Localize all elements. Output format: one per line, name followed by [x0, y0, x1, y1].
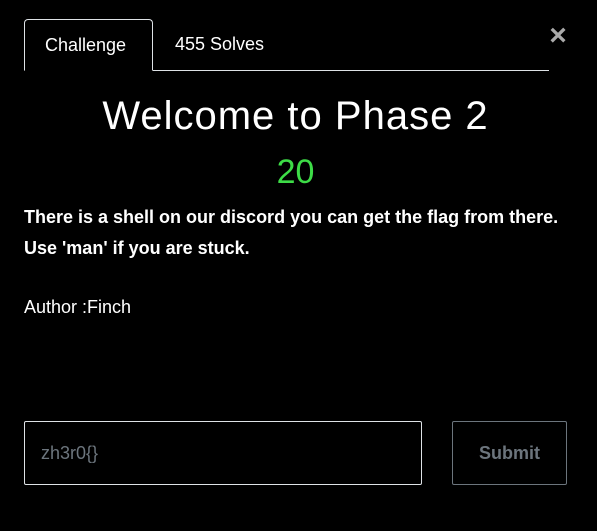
description-line: Use 'man' if you are stuck. [24, 238, 250, 258]
tab-challenge[interactable]: Challenge [24, 19, 153, 71]
challenge-description: There is a shell on our discord you can … [24, 202, 584, 264]
flag-input[interactable] [24, 421, 422, 485]
challenge-author: Author :Finch [24, 297, 132, 317]
challenge-title: Welcome to Phase 2 [102, 94, 489, 138]
tab-solves[interactable]: 455 Solves [155, 19, 284, 70]
challenge-tabs: Challenge 455 Solves [24, 19, 549, 71]
close-icon[interactable]: × [547, 21, 569, 51]
challenge-modal: Challenge 455 Solves × Welcome to Phase … [0, 0, 597, 531]
submit-button[interactable]: Submit [452, 421, 567, 485]
description-line: There is a shell on our discord you can … [24, 207, 559, 227]
challenge-points: 20 [276, 153, 315, 191]
